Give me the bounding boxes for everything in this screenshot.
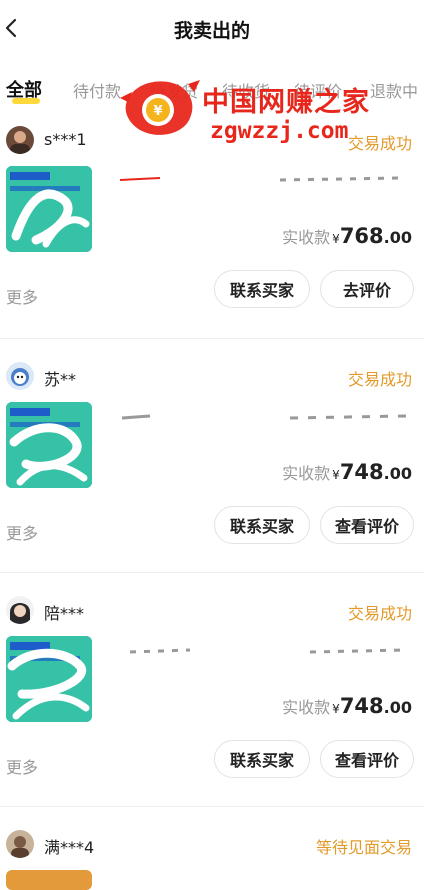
view-review-button[interactable]: 查看评价 (320, 740, 414, 778)
price-label: 实收款 (282, 698, 331, 717)
order-status: 交易成功 (347, 134, 412, 153)
order-status: 交易成功 (347, 604, 412, 623)
tab-pending-payment[interactable]: 待付款 (73, 78, 121, 102)
buyer-name: 苏** (44, 370, 77, 389)
buyer-avatar[interactable] (6, 596, 34, 624)
page-title: 我卖出的 (173, 20, 250, 42)
view-review-button[interactable]: 查看评价 (320, 506, 414, 544)
more-link[interactable]: 更多 (6, 754, 38, 778)
order-status: 等待见面交易 (315, 838, 412, 857)
price-label: 实收款 (282, 464, 331, 483)
order-card[interactable]: s***1 交易成功 实收款 ¥768.00 更多 联系买家 去评价 (0, 126, 424, 360)
redaction-mark (129, 648, 407, 654)
more-link[interactable]: 更多 (6, 284, 38, 308)
buyer-avatar[interactable] (6, 830, 34, 858)
status-tabs: 全部 待付款 待发货 待收货 待评价 退款中 (0, 72, 424, 108)
review-button[interactable]: 去评价 (320, 270, 414, 308)
top-bar: 我卖出的 (0, 0, 424, 56)
buyer-avatar[interactable] (6, 362, 34, 390)
currency-symbol: ¥ (332, 232, 340, 246)
tab-refunding[interactable]: 退款中 (370, 78, 418, 102)
redaction-mark (119, 176, 401, 182)
buyer-name: 满***4 (44, 838, 95, 857)
order-card[interactable]: 满***4 等待见面交易 (0, 830, 424, 890)
price-row: 实收款 ¥768.00 (282, 224, 412, 248)
buyer-name: 陪*** (44, 604, 85, 623)
contact-buyer-button[interactable]: 联系买家 (214, 740, 310, 778)
price-decimal: .00 (383, 228, 412, 247)
price-label: 实收款 (282, 228, 331, 247)
currency-symbol: ¥ (332, 702, 340, 716)
tab-pending-shipment[interactable]: 待发货 (150, 78, 198, 102)
item-thumbnail[interactable] (6, 402, 92, 488)
contact-buyer-button[interactable]: 联系买家 (214, 506, 310, 544)
active-tab-indicator (12, 98, 40, 104)
divider (0, 572, 424, 573)
more-link[interactable]: 更多 (6, 520, 38, 544)
sold-orders-page: 我卖出的 全部 待付款 待发货 待收货 待评价 退款中 ¥ 中国网赚之家 zgw… (0, 0, 424, 890)
tab-pending-receipt[interactable]: 待收货 (222, 78, 270, 102)
tab-pending-review[interactable]: 待评价 (294, 78, 342, 102)
price-row: 实收款 ¥748.00 (282, 460, 412, 484)
divider (0, 806, 424, 807)
contact-buyer-button[interactable]: 联系买家 (214, 270, 310, 308)
item-thumbnail[interactable] (6, 870, 92, 890)
price-amount: 748 (339, 460, 384, 484)
redaction-mark (121, 414, 407, 420)
price-amount: 748 (339, 694, 384, 718)
divider (0, 338, 424, 339)
order-card[interactable]: 陪*** 交易成功 实收款 ¥748.00 更多 联系买家 查看评价 (0, 596, 424, 830)
buyer-avatar[interactable] (6, 126, 34, 154)
item-thumbnail[interactable] (6, 636, 92, 722)
order-status: 交易成功 (347, 370, 412, 389)
price-row: 实收款 ¥748.00 (282, 694, 412, 718)
currency-symbol: ¥ (332, 468, 340, 482)
price-decimal: .00 (383, 464, 412, 483)
price-decimal: .00 (383, 698, 412, 717)
item-thumbnail[interactable] (6, 166, 92, 252)
order-card[interactable]: 苏** 交易成功 实收款 ¥748.00 更多 联系买家 查看评价 (0, 362, 424, 596)
buyer-name: s***1 (44, 130, 87, 149)
price-amount: 768 (339, 224, 384, 248)
